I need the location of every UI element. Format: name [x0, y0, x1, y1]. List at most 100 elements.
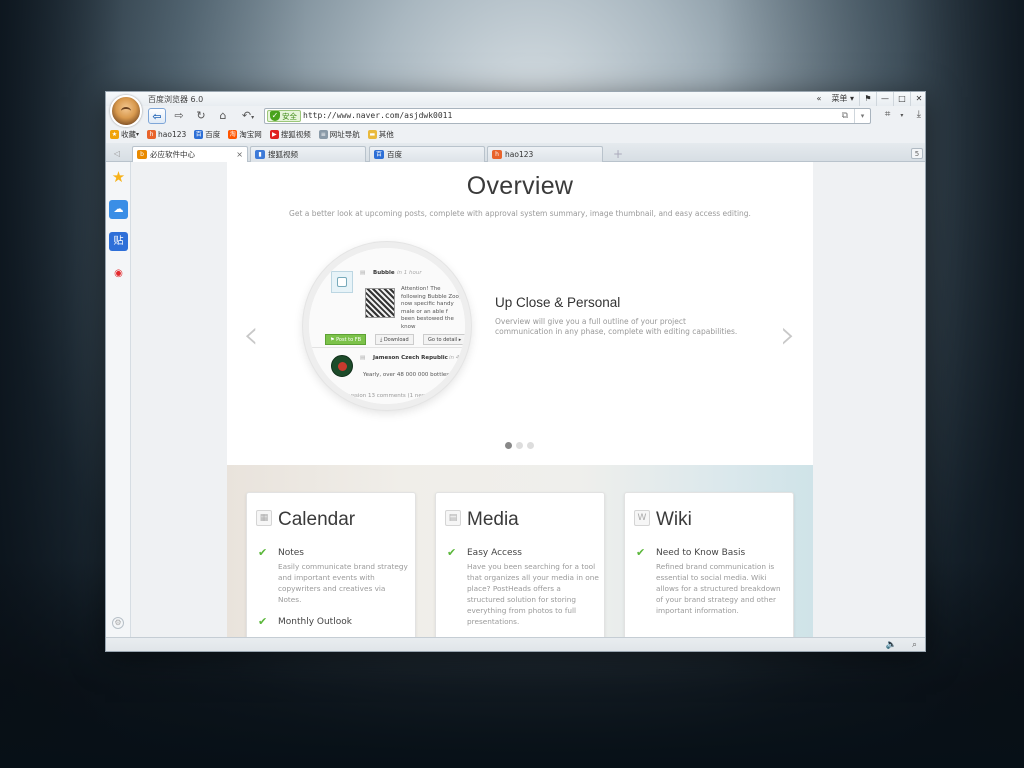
sidebar-settings-icon[interactable]: ⚙: [112, 617, 124, 629]
feature-card: W Wiki ✔ Need to Know Basis Refined brand co…: [624, 492, 794, 637]
tab-label: 必应软件中心: [150, 150, 195, 159]
post-preview: ▤ Bubble in 1 hour Attention! The follow…: [309, 248, 465, 404]
collapse-icon[interactable]: «: [812, 92, 827, 106]
wiki-icon: W: [634, 510, 650, 526]
slide-heading: Up Close & Personal: [495, 295, 621, 310]
close-icon[interactable]: ×: [236, 147, 243, 162]
screenshot-icon[interactable]: ⌗ ▾: [875, 109, 904, 120]
bubble-logo: [331, 271, 353, 293]
go-to-detail-button[interactable]: Go to detail ▸: [423, 334, 465, 345]
page-info-icon[interactable]: ⧉: [842, 111, 848, 121]
navigation-bar: ⇦ ⇨ ↻ ⌂ ↶▾ ✓ 安全 http://www.naver.com/asjd…: [106, 106, 925, 126]
undo-button[interactable]: ↶▾: [236, 108, 260, 124]
carousel-dots: [505, 442, 538, 449]
browser-tab[interactable]: ▮ 搜狐视频: [250, 146, 366, 162]
post1-text: Attention! The following Bubble Zoo, now…: [401, 286, 461, 330]
maximize-button[interactable]: □: [893, 92, 910, 106]
menu-button[interactable]: 菜单 ▾: [826, 92, 859, 106]
carousel-dot[interactable]: [527, 442, 534, 449]
user-avatar[interactable]: [110, 95, 142, 127]
calendar-icon: ▦: [256, 510, 272, 526]
favorite-label: 淘宝网: [239, 130, 262, 139]
preview-divider: [309, 347, 465, 348]
page-subtitle: Get a better look at upcoming posts, com…: [289, 209, 751, 218]
volume-icon[interactable]: 🔈: [886, 640, 897, 650]
post1-author: Bubble: [373, 270, 395, 276]
window-controls: « 菜单 ▾ ⚑ — □ ✕: [812, 92, 925, 106]
browser-tab[interactable]: b 必应软件中心 ×: [132, 146, 248, 163]
feature-text: Refined brand communication is essential…: [656, 562, 781, 615]
post2-text: Yearly, over 48 000 000 bottles of Ja: [363, 372, 463, 378]
features-section: ▦ Calendar ✔ Notes Easily communicate brand …: [227, 465, 813, 637]
favorite-label: 搜狐视频: [280, 130, 311, 139]
tab-scroll-left-icon[interactable]: ◁: [110, 147, 124, 161]
tieba-icon[interactable]: 贴: [109, 232, 128, 251]
download-icon[interactable]: ⤓: [917, 109, 921, 120]
tab-label: 百度: [387, 150, 402, 159]
go-to-detail-label: Go to detail: [428, 337, 458, 343]
carousel-next-arrow[interactable]: ›: [780, 312, 796, 358]
search-icon[interactable]: ⌕: [912, 640, 917, 650]
download-button[interactable]: ⤓ Download: [375, 334, 414, 345]
star-icon: ★: [110, 130, 119, 139]
new-tab-button[interactable]: +: [611, 147, 625, 161]
close-button[interactable]: ✕: [910, 92, 925, 106]
checkmark-icon: ✔: [258, 615, 268, 628]
post1-thumbnail: [365, 288, 395, 318]
weather-icon[interactable]: ☁: [109, 200, 128, 219]
favorite-item[interactable]: ▶ 搜狐视频: [269, 129, 311, 140]
post-to-fb-button[interactable]: ⚑ Post to FB: [325, 334, 367, 345]
sohu-video-icon: ▶: [269, 130, 279, 139]
back-button[interactable]: ⇦: [148, 108, 166, 124]
browser-tab[interactable]: h hao123: [487, 146, 603, 162]
feature-text: Have you been searching for a tool that …: [467, 562, 599, 626]
hao123-icon: h: [147, 130, 157, 139]
home-button[interactable]: ⌂: [214, 108, 232, 124]
baidu-icon: 百: [194, 130, 204, 139]
post-to-fb-label: Post to FB: [336, 337, 362, 343]
favorite-item[interactable]: h hao123: [147, 130, 186, 139]
browser-tab[interactable]: 百百度: [369, 146, 485, 162]
favorites-bar: ★ 收藏 ▾ h hao123 百百度淘淘宝网 ▶ 搜狐视频 ≡ 网址导航 ▬ 其他: [106, 126, 925, 143]
carousel-dot[interactable]: [505, 442, 512, 449]
address-bar[interactable]: ✓ 安全 http://www.naver.com/asjdwk0011 ⧉ ▾: [264, 108, 871, 124]
favorites-star-icon[interactable]: ★: [109, 168, 128, 187]
post1-time: in 1 hour: [397, 270, 422, 276]
favorite-item[interactable]: ≡ 网址导航: [318, 129, 360, 140]
jameson-logo: [331, 355, 353, 377]
shield-check-icon: ✓: [270, 111, 280, 121]
checkmark-icon: ✔: [636, 546, 646, 559]
carousel-prev-arrow[interactable]: ‹: [243, 312, 259, 358]
weibo-icon[interactable]: ◉: [109, 264, 128, 283]
menu-label: 菜单: [831, 94, 848, 103]
favorite-label: 其他: [378, 130, 394, 139]
favorite-label: 收藏: [121, 130, 136, 139]
skin-icon[interactable]: ⚑: [859, 92, 876, 106]
browser-window: 百度浏览器 6.0 « 菜单 ▾ ⚑ — □ ✕ ⇦ ⇨ ↻ ⌂ ↶▾ ✓ 安全 …: [105, 91, 926, 652]
slide-description: Overview will give you a full outline of…: [495, 317, 738, 336]
toolbar-tools: ⌗ ▾ ⤓: [865, 109, 921, 120]
url-text[interactable]: http://www.naver.com/asjdwk0011: [303, 111, 452, 120]
post2-time: in 4: [449, 355, 460, 361]
minimize-button[interactable]: —: [876, 92, 893, 106]
card-title: Calendar: [278, 509, 356, 530]
message-icon: ▤: [360, 270, 366, 276]
page-title: Overview: [466, 172, 574, 200]
discussion-count[interactable]: Discussion 13 comments (1 new): [337, 393, 428, 399]
forward-button[interactable]: ⇨: [170, 108, 188, 124]
page-viewport: Overview Get a better look at upcoming p…: [131, 162, 925, 637]
refresh-button[interactable]: ↻: [192, 108, 210, 124]
favorite-item[interactable]: 淘淘宝网: [228, 129, 262, 140]
favorite-item[interactable]: ★ 收藏 ▾: [110, 129, 139, 140]
carousel-dot[interactable]: [516, 442, 523, 449]
undo-icon: ↶: [241, 109, 252, 122]
secure-badge[interactable]: ✓ 安全: [267, 110, 301, 122]
tab-count-badge[interactable]: 5: [911, 148, 923, 159]
feature-heading: Need to Know Basis: [656, 548, 746, 558]
webpage: Overview Get a better look at upcoming p…: [227, 162, 813, 637]
bing-icon: b: [137, 150, 147, 159]
feature-text: Easily communicate brand strategy and im…: [278, 562, 408, 604]
checkmark-icon: ✔: [447, 546, 457, 559]
favorite-item[interactable]: 百百度: [194, 129, 220, 140]
favorite-item[interactable]: ▬ 其他: [367, 129, 394, 140]
